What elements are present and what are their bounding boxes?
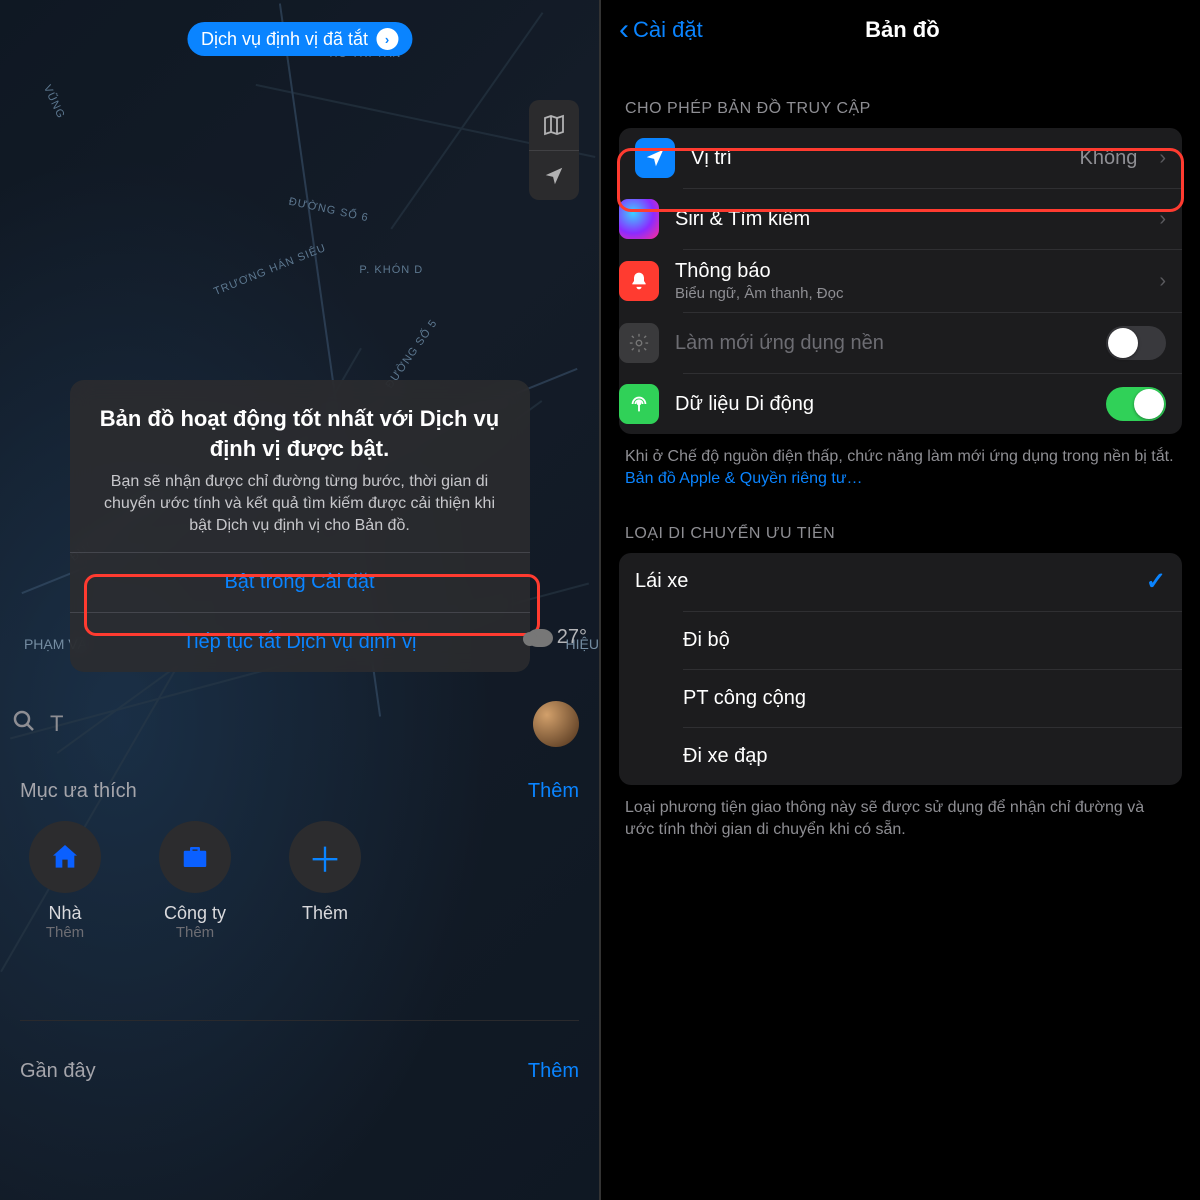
- cell-value: Không: [1079, 147, 1137, 170]
- location-arrow-icon: [543, 165, 565, 187]
- location-off-badge[interactable]: Dịch vụ định vị đã tắt ›: [187, 22, 412, 56]
- travel-transit[interactable]: PT công cộng: [683, 669, 1182, 727]
- search-bar[interactable]: T: [0, 694, 599, 754]
- map-controls: [529, 100, 579, 200]
- siri-cell[interactable]: Siri & Tìm kiếm ›: [683, 188, 1182, 249]
- favorite-sublabel: Thêm: [20, 924, 110, 941]
- map-mode-button[interactable]: [529, 100, 579, 150]
- weather-indicator[interactable]: 27°: [527, 626, 587, 649]
- privacy-link[interactable]: Bản đồ Apple & Quyền riêng tư…: [625, 470, 863, 487]
- siri-icon: [619, 199, 659, 239]
- road-label: P. Khón D: [359, 264, 423, 276]
- recent-section: Gần đây Thêm: [0, 1060, 599, 1083]
- nav-bar: ‹ Cài đặt Bản đồ: [601, 0, 1200, 60]
- briefcase-icon: [180, 842, 210, 872]
- favorite-add[interactable]: ＋ Thêm: [280, 821, 370, 941]
- favorite-label: Thêm: [280, 903, 370, 924]
- gear-icon: [619, 323, 659, 363]
- cell-label: Đi xe đạp: [683, 745, 1166, 768]
- favorites-title: Mục ưa thích: [20, 780, 137, 803]
- divider: [20, 1020, 579, 1021]
- chevron-right-icon: ›: [1159, 147, 1166, 170]
- cell-label: PT công cộng: [683, 687, 1166, 710]
- cell-label: Làm mới ứng dụng nền: [675, 332, 1090, 355]
- badge-label: Dịch vụ định vị đã tắt: [201, 29, 368, 50]
- favorites-more-link[interactable]: Thêm: [528, 780, 579, 803]
- locate-button[interactable]: [529, 150, 579, 200]
- footer-note-2: Loại phương tiện giao thông này sẽ được …: [601, 785, 1200, 854]
- background-refresh-toggle: [1106, 326, 1166, 360]
- cloud-icon: [527, 629, 553, 647]
- recent-more-link[interactable]: Thêm: [528, 1060, 579, 1083]
- bell-icon: [619, 261, 659, 301]
- cellular-data-cell[interactable]: Dữ liệu Di động: [683, 373, 1182, 434]
- search-text: T: [50, 711, 63, 737]
- cell-label: Siri & Tìm kiếm: [675, 208, 1137, 231]
- cell-label: Đi bộ: [683, 629, 1166, 652]
- cellular-data-toggle[interactable]: [1106, 387, 1166, 421]
- travel-driving[interactable]: Lái xe ✓: [619, 553, 1182, 611]
- cell-sublabel: Biểu ngữ, Âm thanh, Đọc: [675, 285, 1137, 302]
- favorite-label: Công ty: [150, 903, 240, 924]
- back-label: Cài đặt: [633, 17, 703, 43]
- cell-label: Vị trí: [691, 147, 1063, 170]
- user-avatar[interactable]: [533, 701, 579, 747]
- antenna-icon: [619, 384, 659, 424]
- footer-note-1: Khi ở Chế độ nguồn điện thấp, chức năng …: [601, 434, 1200, 503]
- enable-in-settings-button[interactable]: Bật trong Cài đặt: [70, 552, 530, 612]
- checkmark-icon: ✓: [1146, 567, 1166, 596]
- chevron-right-icon: ›: [376, 28, 398, 50]
- cell-label: Dữ liệu Di động: [675, 393, 1090, 416]
- favorite-work[interactable]: Công ty Thêm: [150, 821, 240, 941]
- travel-type-list: Lái xe ✓ Đi bộ PT công cộng Đi xe đạp: [619, 553, 1182, 785]
- map-icon: [542, 113, 566, 137]
- page-title: Bản đồ: [703, 17, 1102, 43]
- dialog-body: Bạn sẽ nhận được chỉ đường từng bước, th…: [70, 463, 530, 552]
- background-refresh-cell: Làm mới ứng dụng nền: [683, 312, 1182, 373]
- favorite-label: Nhà: [20, 903, 110, 924]
- plus-icon: ＋: [308, 833, 342, 882]
- left-maps-pane: TRƯƠNG HÁN SIÊU ĐƯỜNG 30 THÁNG 4 ĐƯỜNG S…: [0, 0, 599, 1200]
- recent-title: Gần đây: [20, 1060, 96, 1083]
- chevron-right-icon: ›: [1159, 270, 1166, 293]
- section-header-access: CHO PHÉP BẢN ĐỒ TRUY CẬP: [601, 60, 1200, 128]
- search-icon: [12, 709, 36, 740]
- location-prompt-dialog: Bản đồ hoạt động tốt nhất với Dịch vụ đị…: [70, 380, 530, 672]
- right-settings-pane: ‹ Cài đặt Bản đồ CHO PHÉP BẢN ĐỒ TRUY CẬ…: [601, 0, 1200, 1200]
- notifications-cell[interactable]: Thông báo Biểu ngữ, Âm thanh, Đọc ›: [683, 249, 1182, 312]
- travel-cycling[interactable]: Đi xe đạp: [683, 727, 1182, 785]
- access-list: Vị trí Không › Siri & Tìm kiếm › Thông b…: [619, 128, 1182, 434]
- dialog-title: Bản đồ hoạt động tốt nhất với Dịch vụ đị…: [70, 404, 530, 463]
- travel-walking[interactable]: Đi bộ: [683, 611, 1182, 669]
- location-arrow-icon: [635, 138, 675, 178]
- temperature-value: 27°: [557, 626, 587, 649]
- chevron-right-icon: ›: [1159, 208, 1166, 231]
- back-button[interactable]: ‹ Cài đặt: [619, 15, 703, 45]
- keep-off-button[interactable]: Tiếp tục tắt Dịch vụ định vị: [70, 612, 530, 672]
- section-header-travel: LOẠI DI CHUYỂN ƯU TIÊN: [601, 503, 1200, 553]
- cell-label: Lái xe: [635, 570, 1130, 593]
- favorite-home[interactable]: Nhà Thêm: [20, 821, 110, 941]
- favorite-sublabel: Thêm: [150, 924, 240, 941]
- location-cell[interactable]: Vị trí Không ›: [619, 128, 1182, 188]
- favorites-section: Mục ưa thích Thêm Nhà Thêm Công ty Thêm: [0, 780, 599, 941]
- chevron-left-icon: ‹: [619, 15, 629, 45]
- home-icon: [49, 841, 81, 873]
- cell-label: Thông báo: [675, 260, 1137, 283]
